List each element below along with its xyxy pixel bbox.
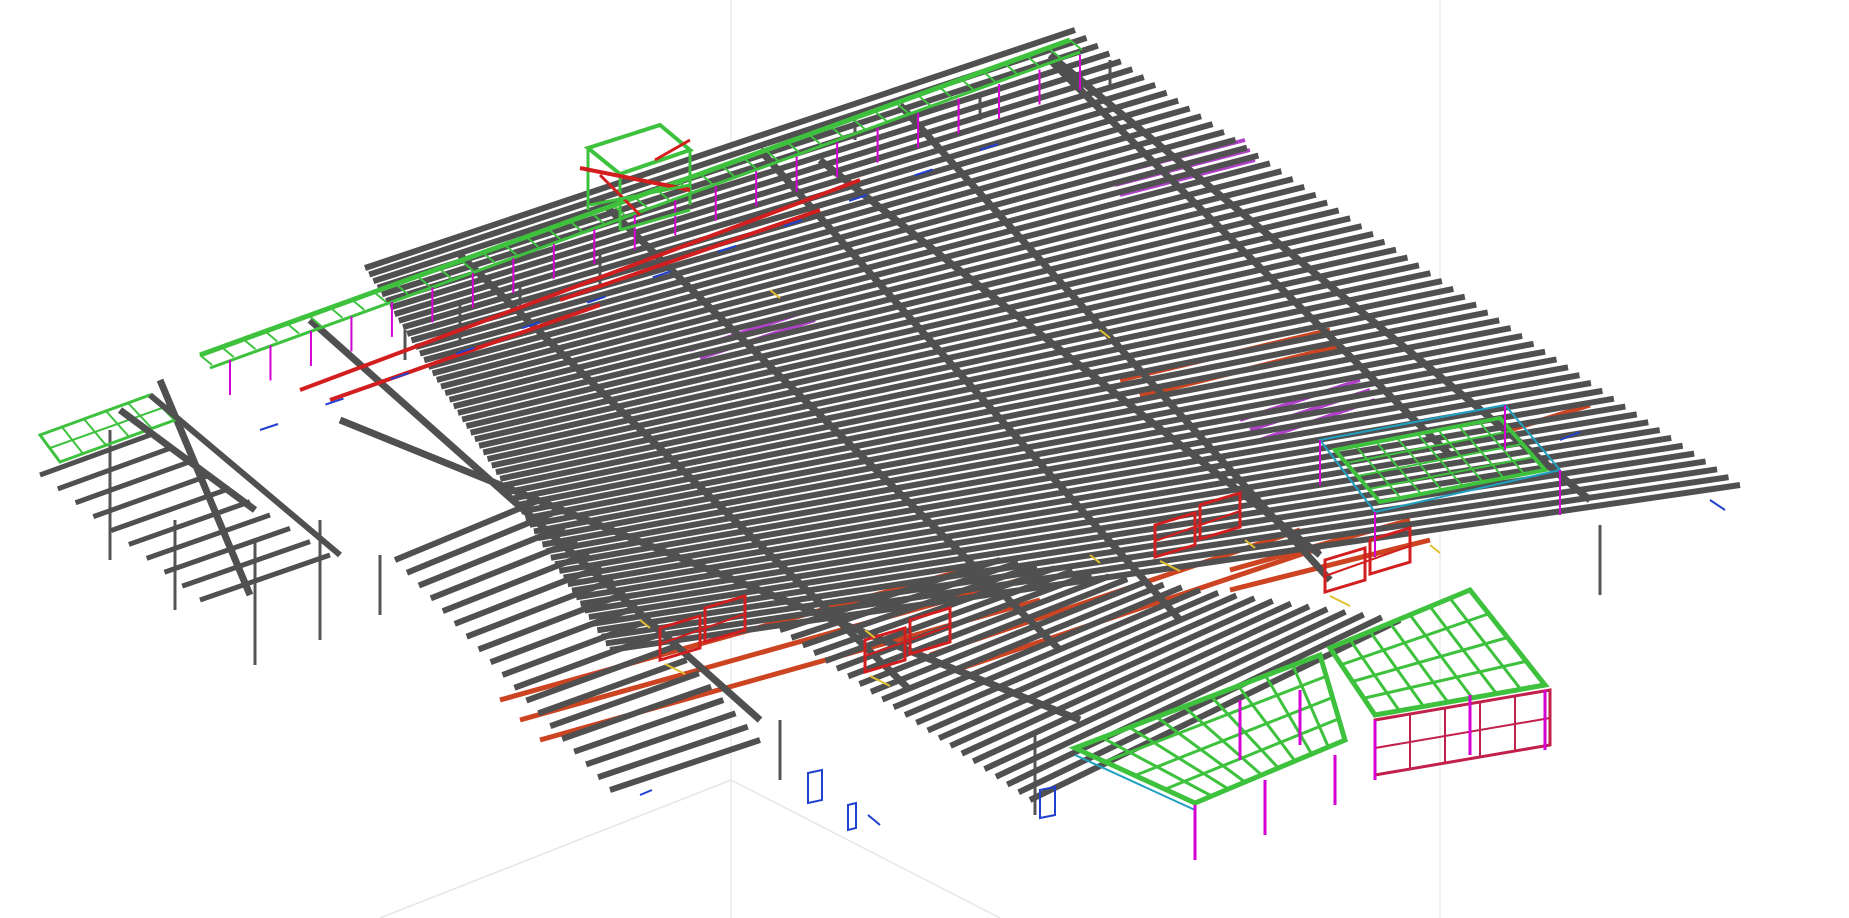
north-green-strut bbox=[329, 306, 344, 319]
north-green-strut bbox=[351, 299, 365, 311]
north-green-strut bbox=[221, 346, 235, 358]
west-joist bbox=[128, 499, 251, 547]
ground-line bbox=[730, 779, 1001, 918]
west-girder bbox=[148, 392, 342, 558]
storefront-mullion bbox=[1374, 717, 1551, 749]
ground-plane-lines bbox=[379, 779, 1001, 918]
west-joist bbox=[74, 459, 191, 506]
model-viewport[interactable] bbox=[0, 0, 1849, 918]
connection-mark bbox=[1429, 544, 1441, 554]
north-green-strut bbox=[199, 354, 213, 366]
blue-member bbox=[639, 789, 653, 796]
north-green-strut bbox=[286, 322, 300, 335]
door-frame bbox=[847, 801, 857, 832]
blue-member bbox=[259, 423, 279, 431]
rtu-connection bbox=[1329, 595, 1351, 607]
north-green-strut bbox=[264, 330, 278, 343]
blue-member bbox=[1709, 499, 1726, 511]
ground-line bbox=[379, 779, 732, 918]
west-joist bbox=[145, 512, 271, 561]
west-wing-framing bbox=[37, 392, 342, 603]
canopy-fascia bbox=[1074, 754, 1196, 811]
canopy-right-joist bbox=[1352, 636, 1508, 683]
north-green-strut bbox=[242, 338, 257, 351]
west-joist bbox=[56, 445, 171, 492]
structural-model-3d-view bbox=[0, 0, 1849, 918]
blue-member bbox=[867, 814, 881, 826]
west-joist bbox=[199, 552, 331, 603]
door-frame bbox=[807, 768, 823, 805]
